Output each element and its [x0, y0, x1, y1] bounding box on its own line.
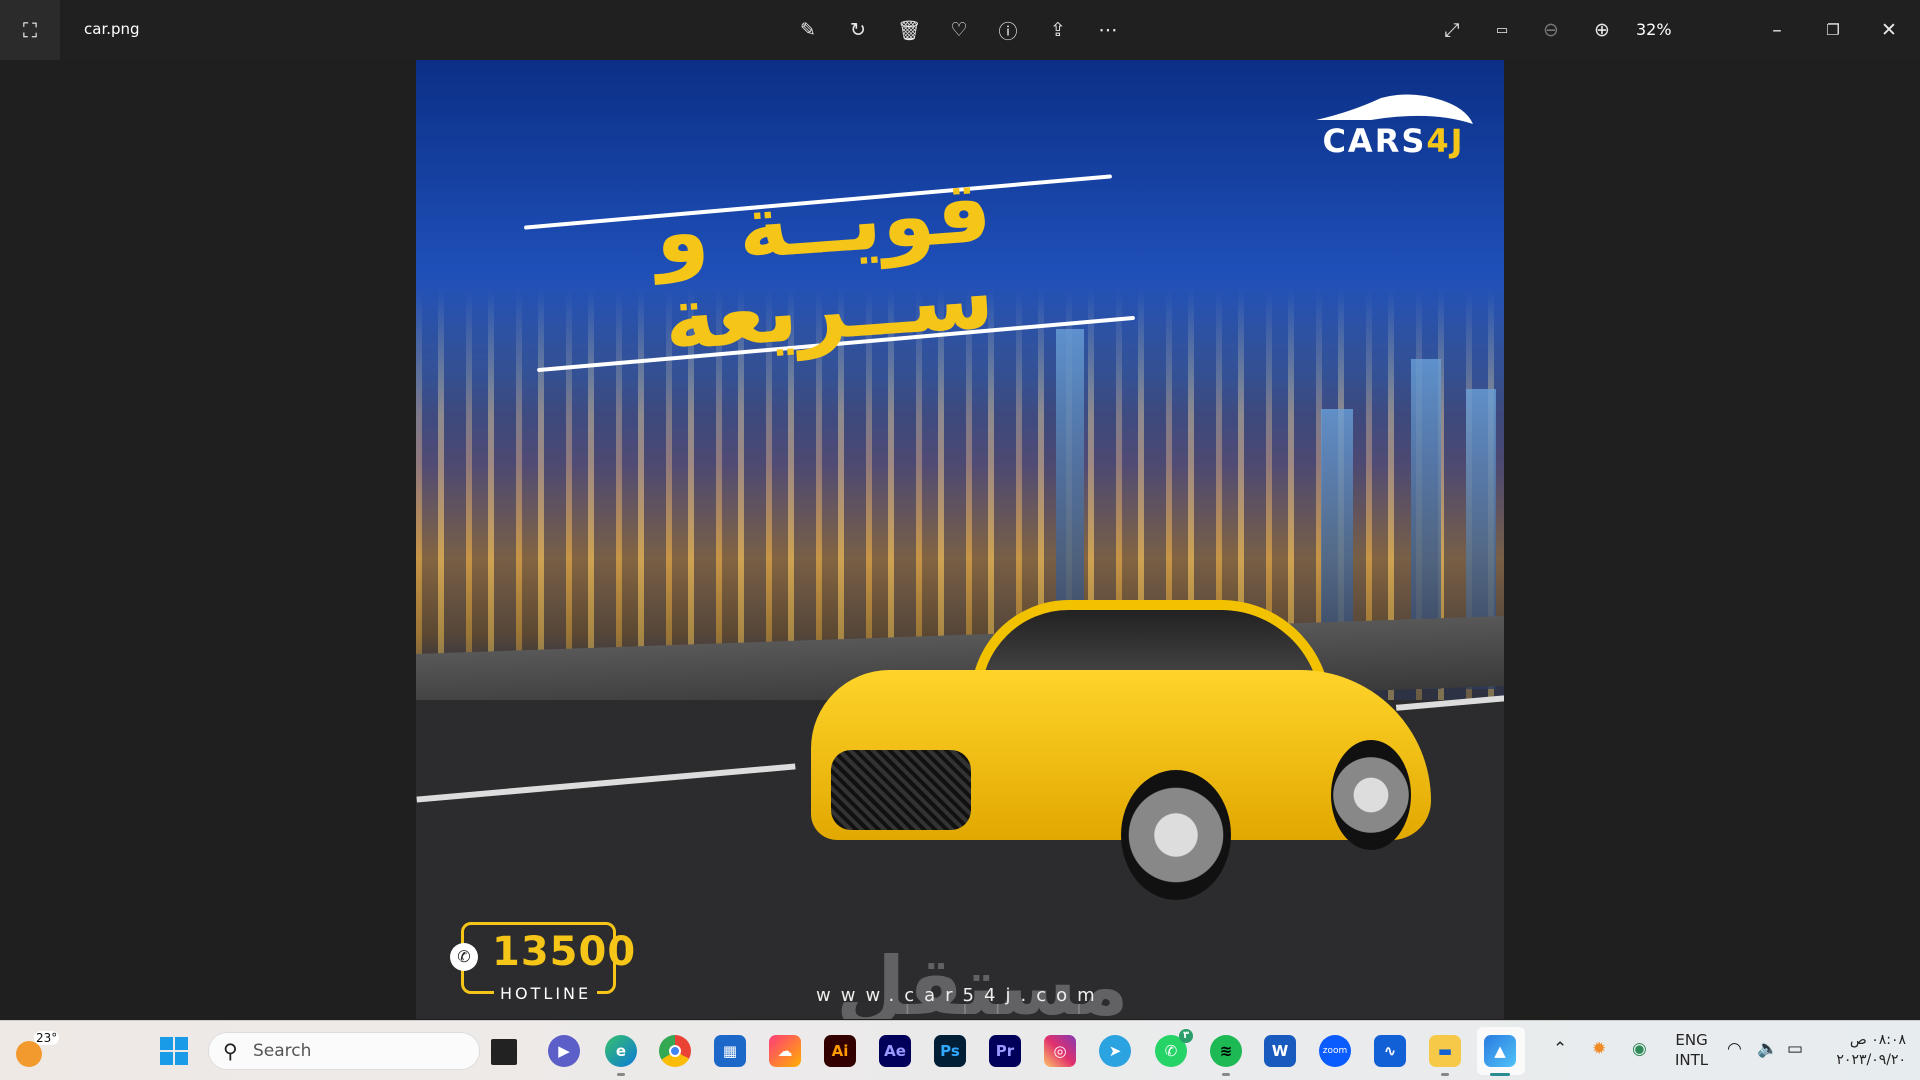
- premiere-icon[interactable]: Pr: [989, 1035, 1021, 1067]
- store-icon[interactable]: ▦: [714, 1035, 746, 1067]
- rotate-icon[interactable]: ↻: [842, 14, 874, 46]
- running-indicator: [1222, 1073, 1230, 1076]
- website-text: www.car54j.com: [816, 985, 1105, 1006]
- photos-icon[interactable]: ▲: [1484, 1035, 1516, 1067]
- edit-image-icon[interactable]: ✎: [792, 14, 824, 46]
- cars4j-logo: CARS4J: [1311, 90, 1476, 160]
- phone-icon: ✆: [450, 943, 478, 971]
- car-silhouette-icon: [1316, 94, 1473, 124]
- file-name: car.png: [84, 20, 140, 38]
- delete-icon[interactable]: 🗑: [893, 14, 925, 46]
- taskbar: 23° ⚲ Search ▶ e ▦ ☁ Ai Ae Ps Pr ◎ ➤ ✆ ٣ ≋…: [0, 1020, 1920, 1080]
- title-bar: ⛶ car.png ✎ ↻ 🗑 ♡ ⓘ ⇪ ⋯ ⤢ ▭ ⊖ ⊕ 32% – ❐ …: [0, 0, 1920, 60]
- start-button[interactable]: [158, 1035, 190, 1067]
- favorite-icon[interactable]: ♡: [943, 14, 975, 46]
- wifi-icon[interactable]: ◠: [1727, 1039, 1742, 1059]
- chrome-icon[interactable]: [659, 1035, 691, 1067]
- close-icon[interactable]: ✕: [1873, 14, 1905, 46]
- download-manager-icon[interactable]: ◉: [1632, 1039, 1647, 1059]
- search-icon: ⚲: [223, 1039, 238, 1063]
- after-effects-icon[interactable]: Ae: [879, 1035, 911, 1067]
- yellow-sports-car: [791, 600, 1451, 900]
- zoom-in-icon[interactable]: ⊕: [1586, 14, 1618, 46]
- fullscreen-icon[interactable]: ⤢: [1436, 14, 1468, 46]
- watermark: مستقل: [836, 940, 1129, 1019]
- minimize-icon[interactable]: –: [1761, 14, 1793, 46]
- language-indicator[interactable]: ENG INTL: [1675, 1030, 1708, 1070]
- tray-app-icon[interactable]: ✹: [1592, 1039, 1606, 1059]
- whatsapp-icon[interactable]: ✆ ٣: [1155, 1029, 1193, 1067]
- restore-icon[interactable]: ❐: [1817, 14, 1849, 46]
- active-indicator: [1490, 1073, 1510, 1076]
- actual-size-icon[interactable]: ▭: [1486, 14, 1518, 46]
- word-icon[interactable]: W: [1264, 1035, 1296, 1067]
- creative-cloud-icon[interactable]: ☁: [769, 1035, 801, 1067]
- zoom-level[interactable]: 32%: [1636, 20, 1672, 39]
- running-indicator: [617, 1073, 625, 1076]
- more-icon[interactable]: ⋯: [1092, 14, 1124, 46]
- whiteboard-icon[interactable]: ∿: [1374, 1035, 1406, 1067]
- weather-widget[interactable]: 23°: [14, 1031, 60, 1071]
- search-box[interactable]: ⚲ Search: [208, 1032, 480, 1070]
- file-explorer-icon[interactable]: ▬: [1429, 1035, 1461, 1067]
- zoom-out-icon[interactable]: ⊖: [1535, 14, 1567, 46]
- photoshop-icon[interactable]: Ps: [934, 1035, 966, 1067]
- info-icon[interactable]: ⓘ: [992, 14, 1024, 46]
- edge-icon[interactable]: e: [605, 1035, 637, 1067]
- photos-app-icon[interactable]: ⛶: [0, 0, 60, 60]
- logo-text: CARS4J: [1322, 122, 1465, 160]
- battery-icon[interactable]: ▭: [1787, 1039, 1803, 1059]
- illustrator-icon[interactable]: Ai: [824, 1035, 856, 1067]
- telegram-icon[interactable]: ➤: [1099, 1035, 1131, 1067]
- show-hidden-icons-chevron-icon[interactable]: ⌃: [1553, 1039, 1567, 1059]
- clock[interactable]: ٠٨:٠٨ ص ٢٠٢٣/٠٩/٢٠: [1818, 1030, 1906, 1070]
- running-indicator: [1441, 1073, 1449, 1076]
- spotify-icon[interactable]: ≋: [1210, 1035, 1242, 1067]
- share-icon[interactable]: ⇪: [1042, 14, 1074, 46]
- volume-icon[interactable]: 🔈: [1757, 1039, 1778, 1059]
- notification-badge: ٣: [1179, 1029, 1193, 1043]
- task-view-icon[interactable]: [491, 1039, 517, 1065]
- instagram-icon[interactable]: ◎: [1044, 1035, 1076, 1067]
- zoom-icon[interactable]: zoom: [1319, 1035, 1351, 1067]
- image-canvas: قويــة و ســريعة CARS4J مستقل ✆ 13500 HO…: [416, 60, 1504, 1019]
- meet-icon[interactable]: ▶: [548, 1035, 580, 1067]
- hotline-badge: ✆ 13500 HOTLINE: [450, 922, 635, 1003]
